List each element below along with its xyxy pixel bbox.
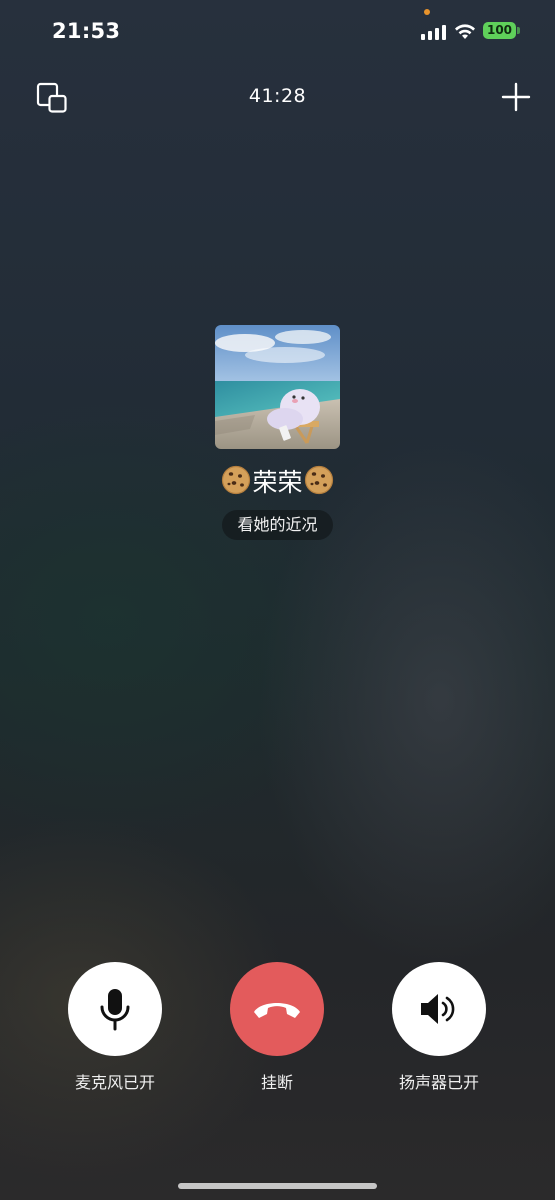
status-bar-time: 21:53 xyxy=(52,19,121,43)
speaker-button[interactable] xyxy=(392,962,486,1056)
microphone-button[interactable] xyxy=(68,962,162,1056)
speaker-label: 扬声器已开 xyxy=(398,1073,479,1092)
hang-up-label: 挂断 xyxy=(260,1073,293,1092)
wifi-icon xyxy=(455,24,475,39)
cookie-emoji-icon xyxy=(304,465,333,495)
microphone-icon xyxy=(100,989,130,1031)
battery-tip xyxy=(517,27,520,34)
caller-name: 荣荣 xyxy=(0,464,555,501)
cellular-signal-icon xyxy=(421,24,447,40)
microphone-label: 麦克风已开 xyxy=(74,1073,155,1092)
call-timer: 41:28 xyxy=(248,85,307,107)
privacy-indicator-dot xyxy=(424,9,430,15)
avatar xyxy=(215,325,340,449)
battery-indicator: 100 xyxy=(483,22,516,39)
microphone-control: 麦克风已开 xyxy=(45,962,185,1093)
speaker-icon xyxy=(421,994,455,1024)
view-her-updates-button[interactable]: 看她的近况 xyxy=(222,510,333,540)
home-indicator[interactable] xyxy=(178,1183,377,1189)
speaker-control: 扬声器已开 xyxy=(369,962,509,1093)
hang-up-control: 挂断 xyxy=(207,962,347,1093)
hang-up-button[interactable] xyxy=(230,962,324,1056)
caller-name-text: 荣荣 xyxy=(252,468,303,497)
hang-up-phone-icon xyxy=(254,1003,300,1018)
plus-icon[interactable] xyxy=(501,82,531,112)
cookie-emoji-icon xyxy=(222,465,251,495)
